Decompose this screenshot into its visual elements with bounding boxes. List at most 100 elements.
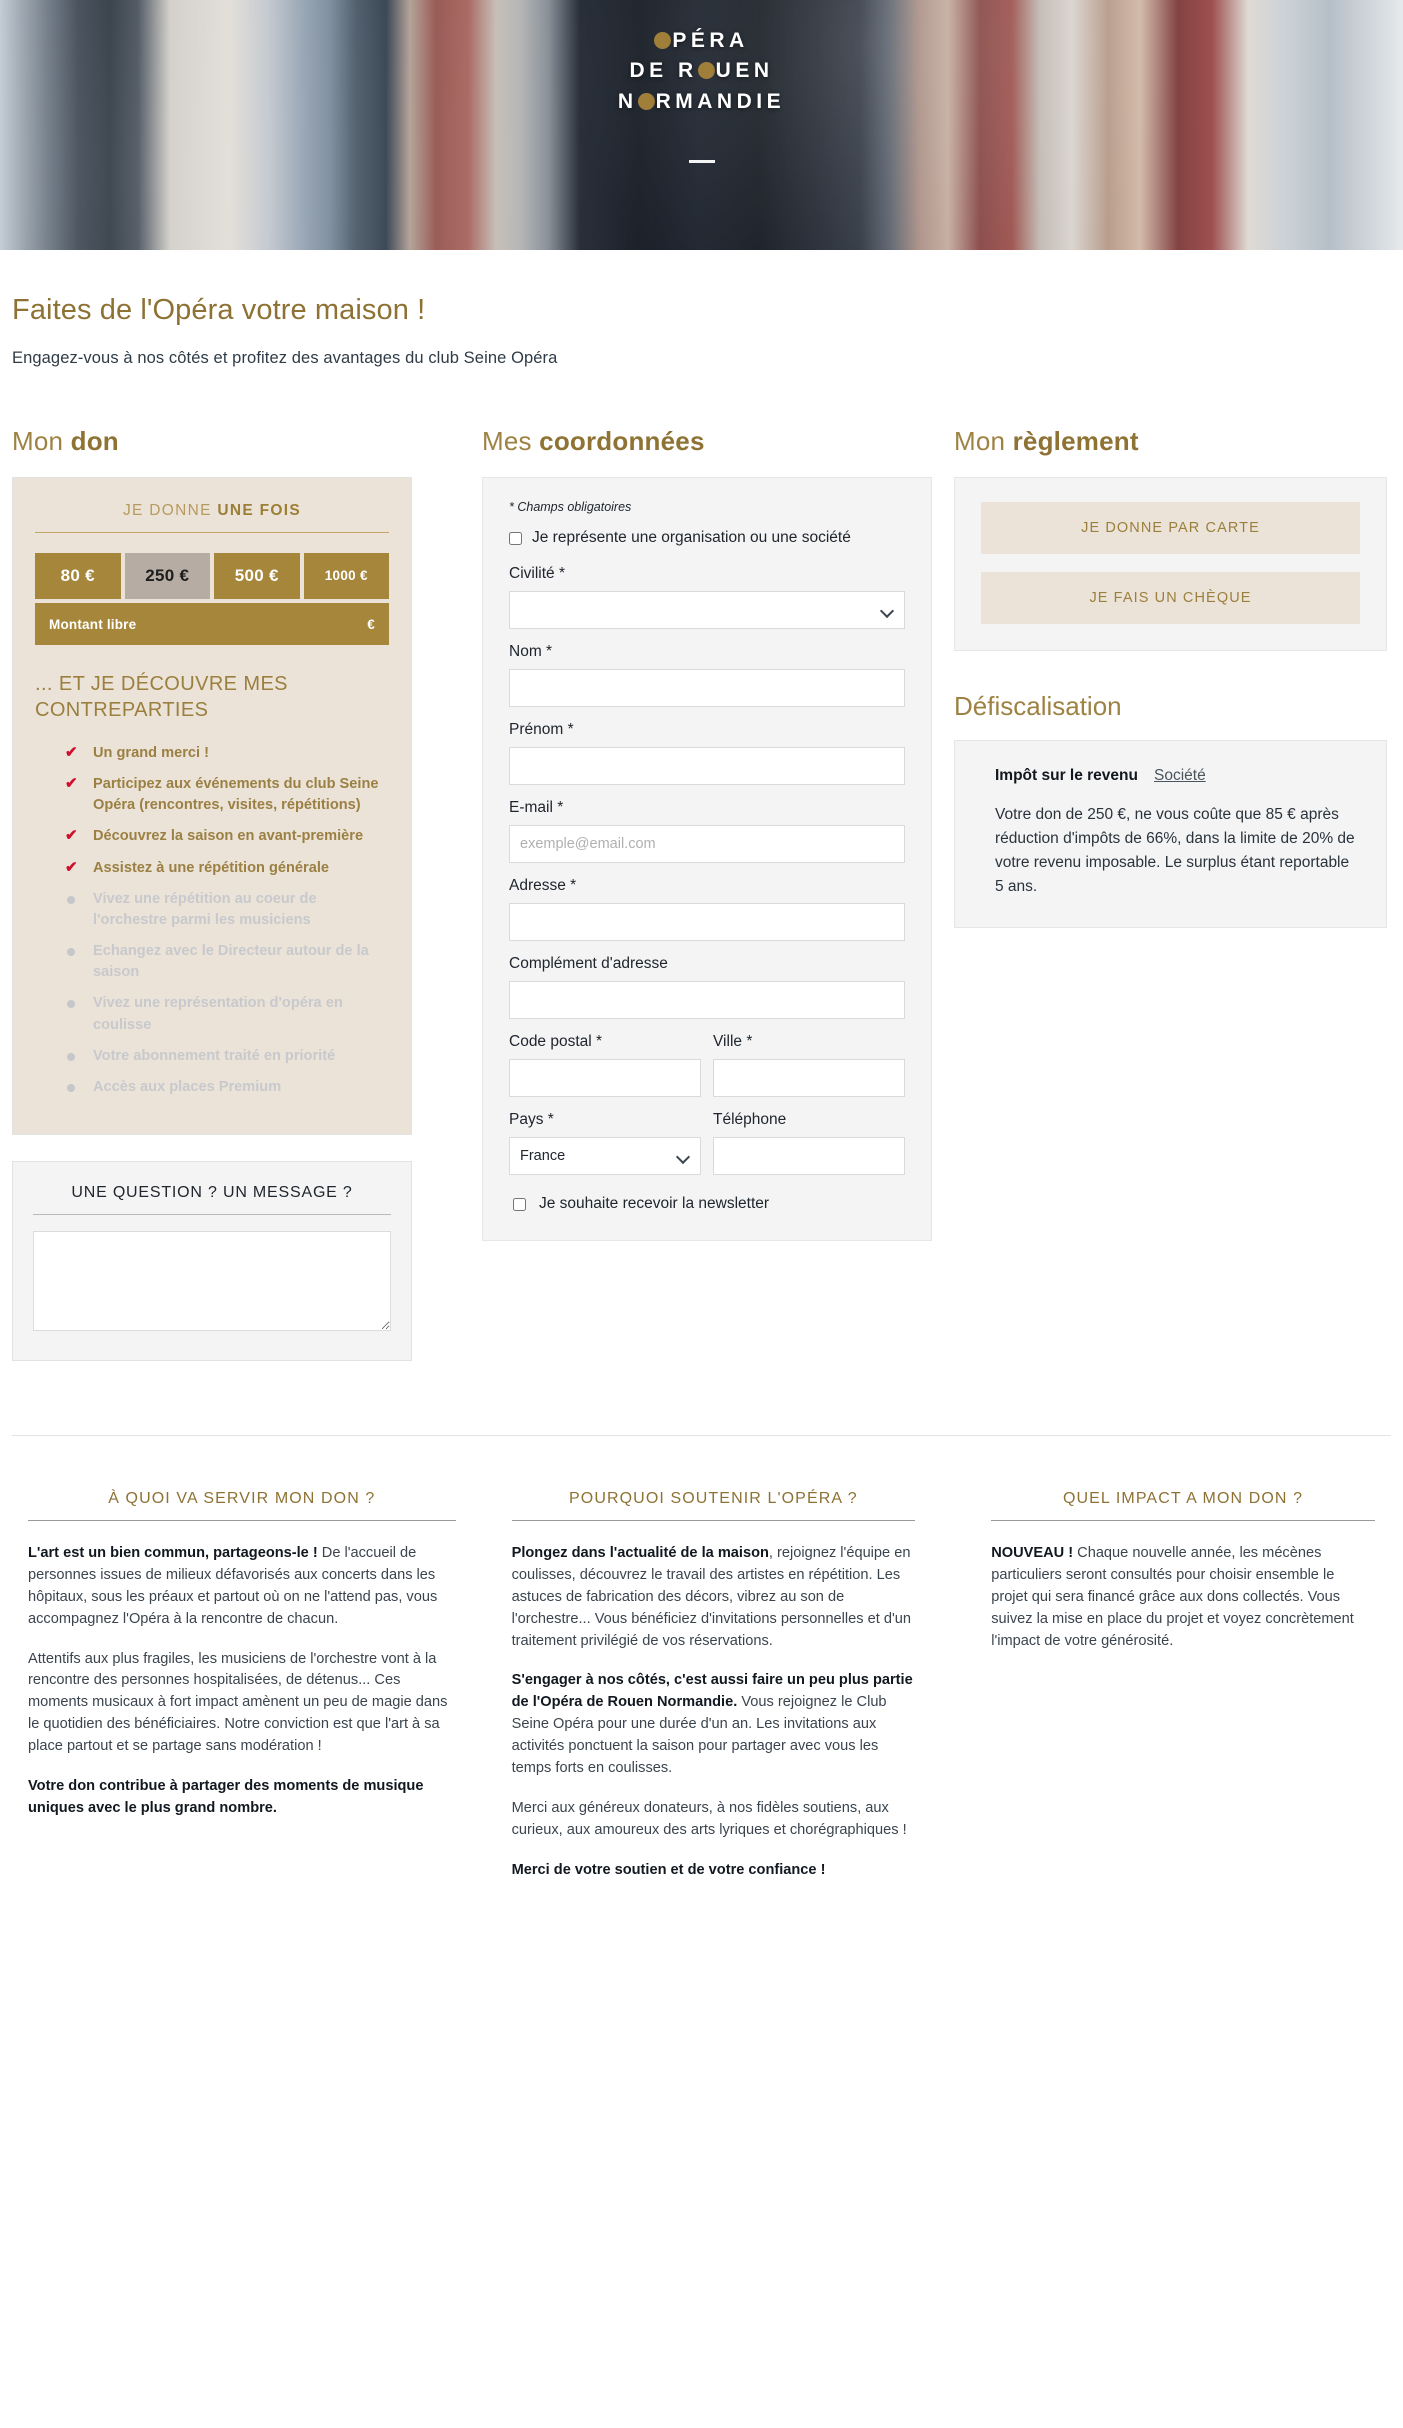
info-column-impact: QUEL IMPACT A MON DON ? NOUVEAU ! Chaque… [931,1490,1391,1882]
don-heading-bold: don [70,426,119,456]
question-box: UNE QUESTION ? UN MESSAGE ? [12,1161,412,1362]
column-coordonnees: Mes coordonnées * Champs obligatoires Je… [482,426,932,1241]
donation-frequency-tab[interactable]: JE DONNE UNE FOIS [35,496,389,533]
info-sections: À QUOI VA SERVIR MON DON ? L'art est un … [12,1490,1391,1882]
defiscalisation-heading: Défiscalisation [954,691,1122,721]
ville-label: Ville * [713,1032,753,1050]
counterpart-label: Assistez à une répétition générale [93,859,330,876]
page-subtitle: Engagez-vous à nos côtés et profitez des… [12,349,558,367]
counterpart-label: Découvrez la saison en avant-première [93,828,364,845]
civilite-select-wrap [509,590,905,629]
counterpart-label: Echangez avec le Directeur autour de la … [93,943,369,981]
column-reglement: Mon règlement JE DONNE PAR CARTE JE FAIS… [932,426,1387,929]
counterpart-item: ✔ Découvrez la saison en avant-première [35,826,389,847]
counterpart-item: • Vivez une répétition au coeur de l'orch… [35,889,389,931]
free-amount-label: Montant libre [49,616,137,632]
counterpart-item: ✔ Participez aux événements du club Seine… [35,774,389,816]
page-title: Faites de l'Opéra votre maison ! [12,294,426,326]
info-paragraph: Merci de votre soutien et de votre confi… [512,1860,916,1882]
opera-logo: PÉRA DE R UEN N RMANDIE [0,26,1403,117]
pay-by-card-button[interactable]: JE DONNE PAR CARTE [981,502,1360,554]
counterpart-item: ✔ Assistez à une répétition générale [35,858,389,879]
code-postal-input[interactable] [509,1058,701,1097]
pays-select[interactable]: France [509,1136,701,1175]
complement-adresse-input[interactable] [509,980,905,1019]
pay-by-cheque-button[interactable]: JE FAIS UN CHÈQUE [981,572,1360,624]
info-paragraph: Attentifs aux plus fragiles, les musicie… [28,1650,448,1755]
email-label: E-mail * [509,798,564,816]
check-icon: ✔ [65,744,78,761]
logo-line-1: PÉRA [672,29,749,52]
info-paragraph: Plongez dans l'actualité de la maison, r… [512,1543,916,1652]
bullet-icon: • [65,1046,79,1067]
check-icon: ✔ [65,827,78,845]
logo-line-3a: N [617,89,638,113]
euro-icon: € [367,616,375,632]
logo-dot-icon [697,62,715,80]
nom-input[interactable] [509,668,905,707]
counterpart-item: • Echangez avec le Directeur autour de la… [35,941,389,983]
newsletter-label: Je souhaite recevoir la newsletter [539,1195,770,1213]
complement-adresse-label: Complément d'adresse [509,954,668,972]
counterpart-label: Vivez une répétition au coeur de l'orche… [93,890,317,928]
civilite-select[interactable] [509,590,905,629]
bullet-icon: • [65,993,79,1035]
organisation-checkbox-row[interactable]: Je représente une organisation ou une so… [509,528,905,549]
logo-dot-icon [637,92,655,110]
logo-underline [688,160,715,163]
newsletter-row[interactable]: Je souhaite recevoir la newsletter [509,1195,905,1214]
column-don: Mon don JE DONNE UNE FOIS 80 € 250 € 500… [12,426,482,1362]
logo-line-2a: DE R [629,59,698,83]
prenom-label: Prénom * [509,720,574,738]
free-amount-field[interactable]: Montant libre € [35,603,389,645]
check-icon: ✔ [65,775,78,793]
code-postal-label: Code postal * [509,1032,603,1050]
info-bold-lead: Votre don contribue à partager des momen… [28,1778,424,1816]
info-paragraph: L'art est un bien commun, partageons-le … [28,1543,456,1631]
counterpart-item: • Votre abonnement traité en priorité [35,1046,389,1067]
counterpart-label: Accès aux places Premium [93,1078,282,1095]
info-heading-1: À QUOI VA SERVIR MON DON ? [28,1490,456,1522]
counterpart-label: Vivez une représentation d'opéra en coul… [93,995,343,1033]
info-column-don-usage: À QUOI VA SERVIR MON DON ? L'art est un … [12,1490,472,1882]
don-heading-light: Mon [12,426,71,456]
email-input[interactable] [509,824,905,863]
adresse-input[interactable] [509,902,905,941]
bullet-icon: • [65,941,79,983]
tab-societe[interactable]: Société [1154,767,1206,785]
prenom-input[interactable] [509,746,905,785]
ville-input[interactable] [713,1058,905,1097]
tab-impot-revenu[interactable]: Impôt sur le revenu [995,767,1138,785]
newsletter-checkbox[interactable] [513,1197,526,1211]
tax-type-tabs: Impôt sur le revenu Société [981,767,1360,785]
organisation-checkbox[interactable] [509,532,522,545]
amount-button-250[interactable]: 250 € [124,553,210,599]
tax-deduction-text: Votre don de 250 €, ne vous coûte que 85… [995,806,1355,896]
info-heading-3: QUEL IMPACT A MON DON ? [991,1490,1375,1522]
check-icon: ✔ [65,858,78,876]
coordonnees-heading: Mes coordonnées [482,426,932,457]
payment-box: JE DONNE PAR CARTE JE FAIS UN CHÈQUE [954,477,1387,651]
info-column-why-support: POURQUOI SOUTENIR L'OPÉRA ? Plongez dans… [472,1490,932,1882]
required-fields-note: * Champs obligatoires [509,500,632,514]
main-columns: Mon don JE DONNE UNE FOIS 80 € 250 € 500… [12,426,1391,1362]
info-paragraph: NOUVEAU ! Chaque nouvelle année, les méc… [991,1543,1375,1652]
donation-box: JE DONNE UNE FOIS 80 € 250 € 500 € 1000 … [12,477,412,1136]
amount-button-1000[interactable]: 1000 € [303,553,389,599]
counterpart-item: ✔ Un grand merci ! [35,743,389,764]
tab-label-bold: UNE FOIS [217,502,301,519]
amount-button-500[interactable]: 500 € [214,553,300,599]
info-heading-2: POURQUOI SOUTENIR L'OPÉRA ? [511,1490,916,1522]
counterparts-title: ... ET JE DÉCOUVRE MES CONTREPARTIES [35,673,288,721]
contact-form: * Champs obligatoires Je représente une … [482,477,932,1241]
bullet-icon: • [65,1077,79,1098]
adresse-label: Adresse * [509,876,577,894]
civilite-label: Civilité * [509,564,565,582]
question-title: UNE QUESTION ? UN MESSAGE ? [33,1184,391,1216]
info-paragraph: Merci aux généreux donateurs, à nos fidè… [511,1799,907,1838]
info-paragraph: Votre don contribue à partager des momen… [28,1776,456,1820]
question-textarea[interactable] [33,1231,391,1332]
telephone-input[interactable] [713,1136,905,1175]
amount-button-80[interactable]: 80 € [35,553,121,599]
reglement-heading: Mon règlement [954,426,1387,457]
